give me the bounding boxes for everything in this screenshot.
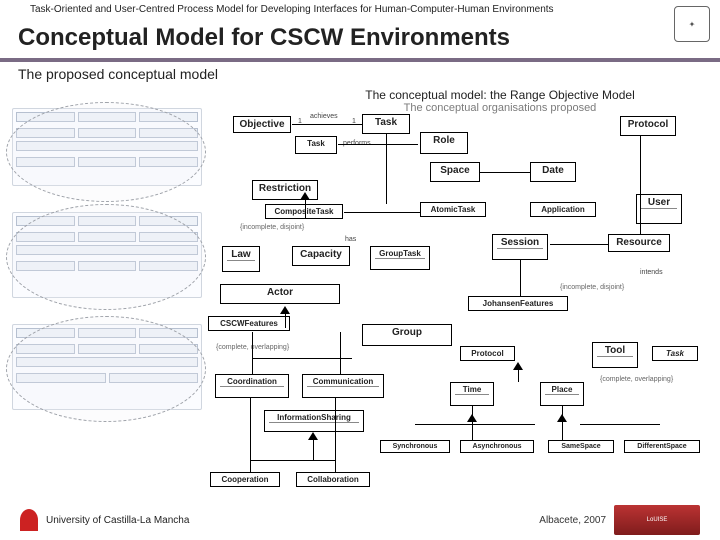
caption-line-1: The conceptual model: the Range Objectiv… xyxy=(300,88,700,102)
box-space: Space xyxy=(430,162,480,182)
box-law: Law xyxy=(222,246,260,272)
box-objective: Objective xyxy=(233,116,291,133)
view-circle-3 xyxy=(6,316,206,422)
slide-title: Conceptual Model for CSCW Environments xyxy=(0,22,720,58)
footer: University of Castilla-La Mancha Albacet… xyxy=(0,500,720,540)
slide-subtitle: The proposed conceptual model xyxy=(0,62,720,84)
box-protocol: Protocol xyxy=(620,116,676,136)
university-name: University of Castilla-La Mancha xyxy=(46,515,189,526)
box-johansen: JohansenFeatures xyxy=(468,296,568,311)
box-grouptask: GroupTask xyxy=(370,246,430,270)
sponsor-logo: LoUISE xyxy=(614,505,700,535)
box-actor: Actor xyxy=(220,284,340,304)
university-crest-icon: ✦ xyxy=(674,6,710,42)
box-async: Asynchronous xyxy=(460,440,534,453)
box-place: Place xyxy=(540,382,584,406)
box-diff: DifferentSpace xyxy=(624,440,700,453)
box-infoshare: InformationSharing xyxy=(264,410,364,432)
label-has: has xyxy=(345,236,356,243)
label-incomplete: {incomplete, disjoint} xyxy=(240,224,304,231)
label-achieves: achieves xyxy=(310,113,338,120)
label-incomplete-2: {incomplete, disjoint} xyxy=(560,284,624,291)
box-role: Role xyxy=(420,132,468,154)
box-session: Session xyxy=(492,234,548,260)
box-collab: Collaboration xyxy=(296,472,370,487)
box-coord: Coordination xyxy=(215,374,289,398)
box-group: Group xyxy=(362,324,452,346)
box-task2: Task xyxy=(652,346,698,361)
box-task-small: Task xyxy=(295,136,337,154)
content-area: The conceptual model: the Range Objectiv… xyxy=(0,84,720,514)
view-circle-1 xyxy=(6,102,206,202)
label-intends: intends xyxy=(640,269,663,276)
box-capacity: Capacity xyxy=(292,246,350,266)
footer-university: University of Castilla-La Mancha xyxy=(20,509,189,531)
label-overlap-2: {complete, overlapping} xyxy=(600,376,673,383)
box-tool: Tool xyxy=(592,342,638,368)
box-date: Date xyxy=(530,162,576,182)
box-composite: CompositeTask xyxy=(265,204,343,219)
box-comm: Communication xyxy=(302,374,384,398)
slide-top-strip: Task-Oriented and User-Centred Process M… xyxy=(0,0,720,22)
box-same: SameSpace xyxy=(548,440,614,453)
footer-place: Albacete, 2007 LoUISE xyxy=(539,505,700,535)
box-time: Time xyxy=(450,382,494,406)
box-user: User xyxy=(636,194,682,224)
view-circle-2 xyxy=(6,204,206,310)
box-resource: Resource xyxy=(608,234,670,252)
box-coop: Cooperation xyxy=(210,472,280,487)
place-text: Albacete, 2007 xyxy=(539,515,606,526)
university-logo-icon xyxy=(20,509,38,531)
caption-line-2: The conceptual organisations proposed xyxy=(300,102,700,114)
box-task: Task xyxy=(362,114,410,134)
box-atomic: AtomicTask xyxy=(420,202,486,217)
box-protocol2: Protocol xyxy=(460,346,515,361)
box-sync: Synchronous xyxy=(380,440,450,453)
box-application: Application xyxy=(530,202,596,217)
box-cscwfeat: CSCWFeatures xyxy=(208,316,290,331)
diagram-caption: The conceptual model: the Range Objectiv… xyxy=(300,88,700,114)
